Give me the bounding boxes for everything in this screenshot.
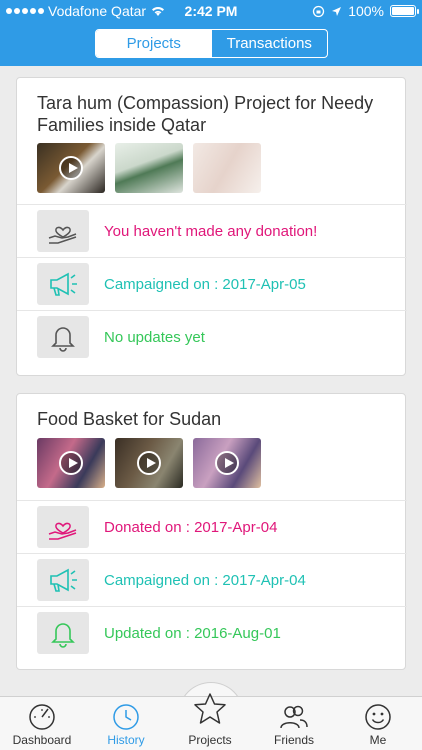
donation-date-text: Donated on : 2017-Apr-04 xyxy=(104,518,278,536)
rotation-lock-icon xyxy=(313,5,325,17)
location-icon xyxy=(332,6,342,16)
bell-icon xyxy=(51,623,75,648)
tab-projects[interactable]: Projects xyxy=(168,693,252,750)
megaphone-icon xyxy=(50,272,77,296)
status-bar: Vodafone Qatar 2:42 PM 100% xyxy=(0,0,422,22)
project-card[interactable]: Tara hum (Compassion) Project for Needy … xyxy=(16,77,407,376)
project-title[interactable]: Tara hum (Compassion) Project for Needy … xyxy=(37,92,392,136)
updates-row: No updates yet xyxy=(17,310,407,362)
campaign-date-text: Campaigned on : 2017-Apr-05 xyxy=(104,275,306,293)
star-icon xyxy=(194,693,226,724)
project-card[interactable]: Food Basket for Sudan Donated on : 2017-… xyxy=(16,393,407,670)
project-title[interactable]: Food Basket for Sudan xyxy=(37,408,392,430)
battery-percent: 100% xyxy=(348,3,384,19)
updates-text: No updates yet xyxy=(104,328,205,346)
smiley-icon xyxy=(365,704,391,730)
gauge-icon xyxy=(29,704,55,730)
media-strip xyxy=(37,143,261,193)
heart-hand-icon xyxy=(48,226,77,244)
updates-row: Updated on : 2016-Aug-01 xyxy=(17,606,407,658)
battery-icon xyxy=(390,5,419,17)
image-thumbnail[interactable] xyxy=(193,143,261,193)
campaign-row: Campaigned on : 2017-Apr-05 xyxy=(17,257,407,309)
donation-status-row: You haven't made any donation! xyxy=(17,204,407,256)
video-thumbnail[interactable] xyxy=(193,438,261,488)
heart-hand-icon xyxy=(48,522,77,540)
media-strip xyxy=(37,438,261,488)
campaign-date-text: Campaigned on : 2017-Apr-04 xyxy=(104,571,306,589)
friends-icon xyxy=(280,705,308,729)
campaign-row: Campaigned on : 2017-Apr-04 xyxy=(17,553,407,605)
view-segmented-control: Projects Transactions xyxy=(95,29,328,58)
tab-bar: Dashboard History Projects Friends Me xyxy=(0,693,422,750)
video-thumbnail[interactable] xyxy=(115,438,183,488)
projects-segment[interactable]: Projects xyxy=(96,30,212,57)
video-thumbnail[interactable] xyxy=(37,438,105,488)
tab-friends[interactable]: Friends xyxy=(252,697,336,750)
image-thumbnail[interactable] xyxy=(115,143,183,193)
bell-icon xyxy=(51,327,75,352)
megaphone-icon xyxy=(50,568,77,592)
transactions-segment[interactable]: Transactions xyxy=(212,30,328,57)
tab-history[interactable]: History xyxy=(84,697,168,750)
header-bar: Vodafone Qatar 2:42 PM 100% Projects Tra… xyxy=(0,0,422,66)
video-thumbnail[interactable] xyxy=(37,143,105,193)
tab-dashboard[interactable]: Dashboard xyxy=(0,697,84,750)
donation-status-text: You haven't made any donation! xyxy=(104,222,318,240)
play-icon xyxy=(215,451,239,475)
play-icon xyxy=(59,156,83,180)
play-icon xyxy=(137,451,161,475)
updates-text: Updated on : 2016-Aug-01 xyxy=(104,624,281,642)
clock-icon xyxy=(113,704,139,730)
play-icon xyxy=(59,451,83,475)
tab-me[interactable]: Me xyxy=(336,697,420,750)
donation-status-row: Donated on : 2017-Apr-04 xyxy=(17,500,407,552)
